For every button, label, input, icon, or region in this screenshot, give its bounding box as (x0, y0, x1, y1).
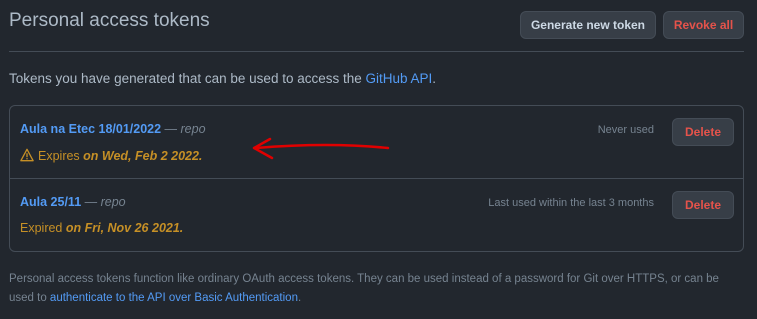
basic-auth-link[interactable]: authenticate to the API over Basic Authe… (50, 292, 298, 304)
token-expiry: Expires on Wed, Feb 2 2022. (20, 148, 202, 163)
token-name-line: Aula na Etec 18/01/2022 — repo (20, 122, 206, 136)
last-used-text: Never used (597, 124, 654, 136)
alert-icon (20, 148, 34, 162)
token-name-link[interactable]: Aula na Etec 18/01/2022 (20, 122, 161, 136)
delete-token-button[interactable]: Delete (672, 118, 734, 146)
footer-suffix: . (297, 292, 302, 304)
token-scope: repo (100, 195, 126, 209)
expiry-prefix: Expired (20, 221, 66, 235)
token-name-line: Aula 25/11 — repo (20, 195, 126, 209)
page-title: Personal access tokens (9, 10, 210, 31)
page-header: Personal access tokens Generate new toke… (9, 0, 744, 52)
token-row: Aula 25/11 — repo Expired on Fri, Nov 26… (10, 179, 743, 252)
revoke-all-button[interactable]: Revoke all (663, 11, 744, 39)
token-scope: repo (180, 122, 206, 136)
intro-text: Tokens you have generated that can be us… (9, 71, 436, 86)
token-separator: — (81, 195, 101, 209)
expiry-date: on Wed, Feb 2 2022. (83, 149, 203, 163)
last-used-text: Last used within the last 3 months (488, 197, 654, 209)
generate-new-token-button[interactable]: Generate new token (520, 11, 656, 39)
token-name-link[interactable]: Aula 25/11 (20, 195, 81, 209)
annotation-arrow (252, 137, 390, 160)
token-separator: — (161, 122, 181, 136)
footer-note: Personal access tokens function like ord… (9, 270, 744, 308)
delete-token-button[interactable]: Delete (672, 191, 734, 219)
github-api-link[interactable]: GitHub API (366, 71, 433, 86)
intro-suffix: . (432, 71, 437, 86)
expiry-date: on Fri, Nov 26 2021. (65, 221, 184, 235)
expiry-prefix: Expires (38, 149, 84, 163)
token-expiry: Expired on Fri, Nov 26 2021. (20, 221, 183, 235)
intro-text-body: Tokens you have generated that can be us… (9, 71, 366, 86)
token-list: Aula na Etec 18/01/2022 — repo Expires o… (9, 105, 744, 252)
